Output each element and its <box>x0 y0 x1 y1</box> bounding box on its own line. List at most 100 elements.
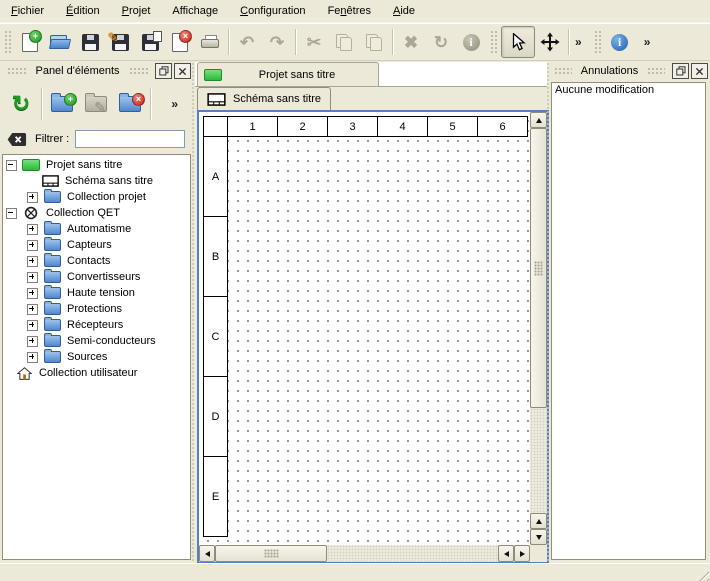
float-panel-button[interactable] <box>155 63 172 79</box>
tab-schema-sans-titre[interactable]: Schéma sans titre <box>197 87 331 110</box>
expand-icon[interactable] <box>27 288 38 299</box>
column-header: 5 <box>427 116 478 137</box>
menu-configuration[interactable]: Configuration <box>229 1 316 21</box>
paste-button[interactable] <box>359 27 389 57</box>
filter-label: Filtrer : <box>35 133 69 145</box>
scroll-down-button[interactable] <box>530 529 547 545</box>
pan-mode-button[interactable] <box>535 27 565 57</box>
vertical-scroll-thumb[interactable] <box>530 128 547 408</box>
horizontal-scrollbar[interactable] <box>199 545 530 562</box>
menu-projet[interactable]: Projet <box>111 1 162 21</box>
tree-item-sources[interactable]: Sources <box>3 349 190 365</box>
undo-panel-titlebar[interactable]: Annulations <box>549 62 708 80</box>
dock-splitter[interactable] <box>191 62 195 562</box>
tree-item-collection-qet[interactable]: Collection QET <box>3 205 190 221</box>
toolbar-separator <box>295 29 296 55</box>
save-all-button[interactable] <box>135 27 165 57</box>
vertical-scrollbar[interactable] <box>530 112 547 545</box>
toolbar-separator <box>568 29 569 55</box>
save-all-icon <box>142 34 159 51</box>
cut-button[interactable]: ✂ <box>299 27 329 57</box>
expand-icon[interactable] <box>27 320 38 331</box>
tree-item-recepteurs[interactable]: Récepteurs <box>3 317 190 333</box>
undo-button[interactable]: ↶ <box>232 27 262 57</box>
tree-item-collection-utilisateur[interactable]: Collection utilisateur <box>3 365 190 381</box>
expand-icon[interactable] <box>27 304 38 315</box>
menu-affichage[interactable]: Affichage <box>161 1 229 21</box>
close-icon <box>695 67 704 76</box>
tree-item-project[interactable]: Projet sans titre <box>3 157 190 173</box>
panel-overflow-button[interactable]: » <box>168 97 181 111</box>
expand-icon[interactable] <box>27 336 38 347</box>
select-mode-button[interactable] <box>501 26 535 58</box>
toolbar-overflow-button[interactable]: » <box>641 35 654 49</box>
tree-item-protections[interactable]: Protections <box>3 301 190 317</box>
window-resize-grip[interactable] <box>695 567 709 581</box>
scroll-right-button[interactable] <box>514 545 530 562</box>
undo-list-item[interactable]: Aucune modification <box>552 83 705 97</box>
element-info-button[interactable] <box>456 27 486 57</box>
delete-category-button[interactable]: × <box>113 86 147 122</box>
about-button[interactable] <box>605 27 635 57</box>
close-panel-button[interactable] <box>174 63 191 79</box>
tree-item-schema[interactable]: Schéma sans titre <box>3 173 190 189</box>
collapse-icon[interactable] <box>6 160 17 171</box>
edit-category-button[interactable]: ✎ <box>79 86 113 122</box>
elements-panel-titlebar[interactable]: Panel d'éléments <box>2 62 191 80</box>
undo-icon: ↶ <box>240 34 254 51</box>
reload-collections-button[interactable]: ↻ <box>4 86 38 122</box>
float-icon <box>159 66 169 76</box>
vertical-scroll-track[interactable] <box>530 408 547 513</box>
expand-icon[interactable] <box>27 192 38 203</box>
toolbar-drag-handle[interactable] <box>3 29 12 55</box>
float-panel-button[interactable] <box>672 63 689 79</box>
redo-button[interactable]: ↷ <box>262 27 292 57</box>
menu-aide[interactable]: Aide <box>382 1 426 21</box>
rotate-button[interactable]: ↻ <box>426 27 456 57</box>
tree-item-contacts[interactable]: Contacts <box>3 253 190 269</box>
new-document-button[interactable]: + <box>15 27 45 57</box>
menu-fenetres[interactable]: Fenêtres <box>317 1 382 21</box>
menu-edition[interactable]: Édition <box>55 1 111 21</box>
filter-input[interactable] <box>75 130 185 148</box>
copy-icon <box>336 34 352 50</box>
schema-canvas[interactable]: 1 2 3 4 5 6 A B C D E <box>199 112 530 545</box>
clear-filter-button[interactable] <box>7 132 27 147</box>
expand-icon[interactable] <box>27 256 38 267</box>
expand-icon[interactable] <box>27 224 38 235</box>
print-button[interactable] <box>195 27 225 57</box>
expand-icon[interactable] <box>27 352 38 363</box>
menu-fichier[interactable]: Fichier <box>0 1 55 21</box>
horizontal-scroll-track[interactable] <box>327 545 498 562</box>
toolbar-drag-handle[interactable] <box>593 29 602 55</box>
toolbar-drag-handle[interactable] <box>489 29 498 55</box>
scroll-up-button[interactable] <box>530 513 547 529</box>
tree-item-convertisseurs[interactable]: Convertisseurs <box>3 269 190 285</box>
collapse-icon[interactable] <box>6 208 17 219</box>
arrow-left-icon <box>501 551 509 557</box>
new-category-button[interactable]: + <box>45 86 79 122</box>
save-as-button[interactable]: ✎ <box>105 27 135 57</box>
thumb-grip <box>264 549 279 558</box>
undo-history-list[interactable]: Aucune modification <box>551 82 706 560</box>
tree-item-semi-conducteurs[interactable]: Semi-conducteurs <box>3 333 190 349</box>
expand-icon[interactable] <box>27 240 38 251</box>
tree-item-collection-projet[interactable]: Collection projet <box>3 189 190 205</box>
scroll-left-button[interactable] <box>199 545 215 562</box>
copy-button[interactable] <box>329 27 359 57</box>
tree-item-automatisme[interactable]: Automatisme <box>3 221 190 237</box>
expand-icon[interactable] <box>27 272 38 283</box>
close-panel-button[interactable] <box>691 63 708 79</box>
tab-projet-sans-titre[interactable]: Projet sans titre <box>197 62 379 86</box>
delete-button[interactable]: ✖ <box>396 27 426 57</box>
horizontal-scroll-thumb[interactable] <box>215 545 327 562</box>
select-arrow-icon <box>510 33 526 51</box>
scroll-up-button[interactable] <box>530 112 547 128</box>
toolbar-overflow-button[interactable]: » <box>572 35 585 49</box>
save-button[interactable] <box>75 27 105 57</box>
open-file-button[interactable] <box>45 27 75 57</box>
tree-item-capteurs[interactable]: Capteurs <box>3 237 190 253</box>
scroll-left-button[interactable] <box>498 545 514 562</box>
tree-item-haute-tension[interactable]: Haute tension <box>3 285 190 301</box>
close-document-button[interactable]: × <box>165 27 195 57</box>
